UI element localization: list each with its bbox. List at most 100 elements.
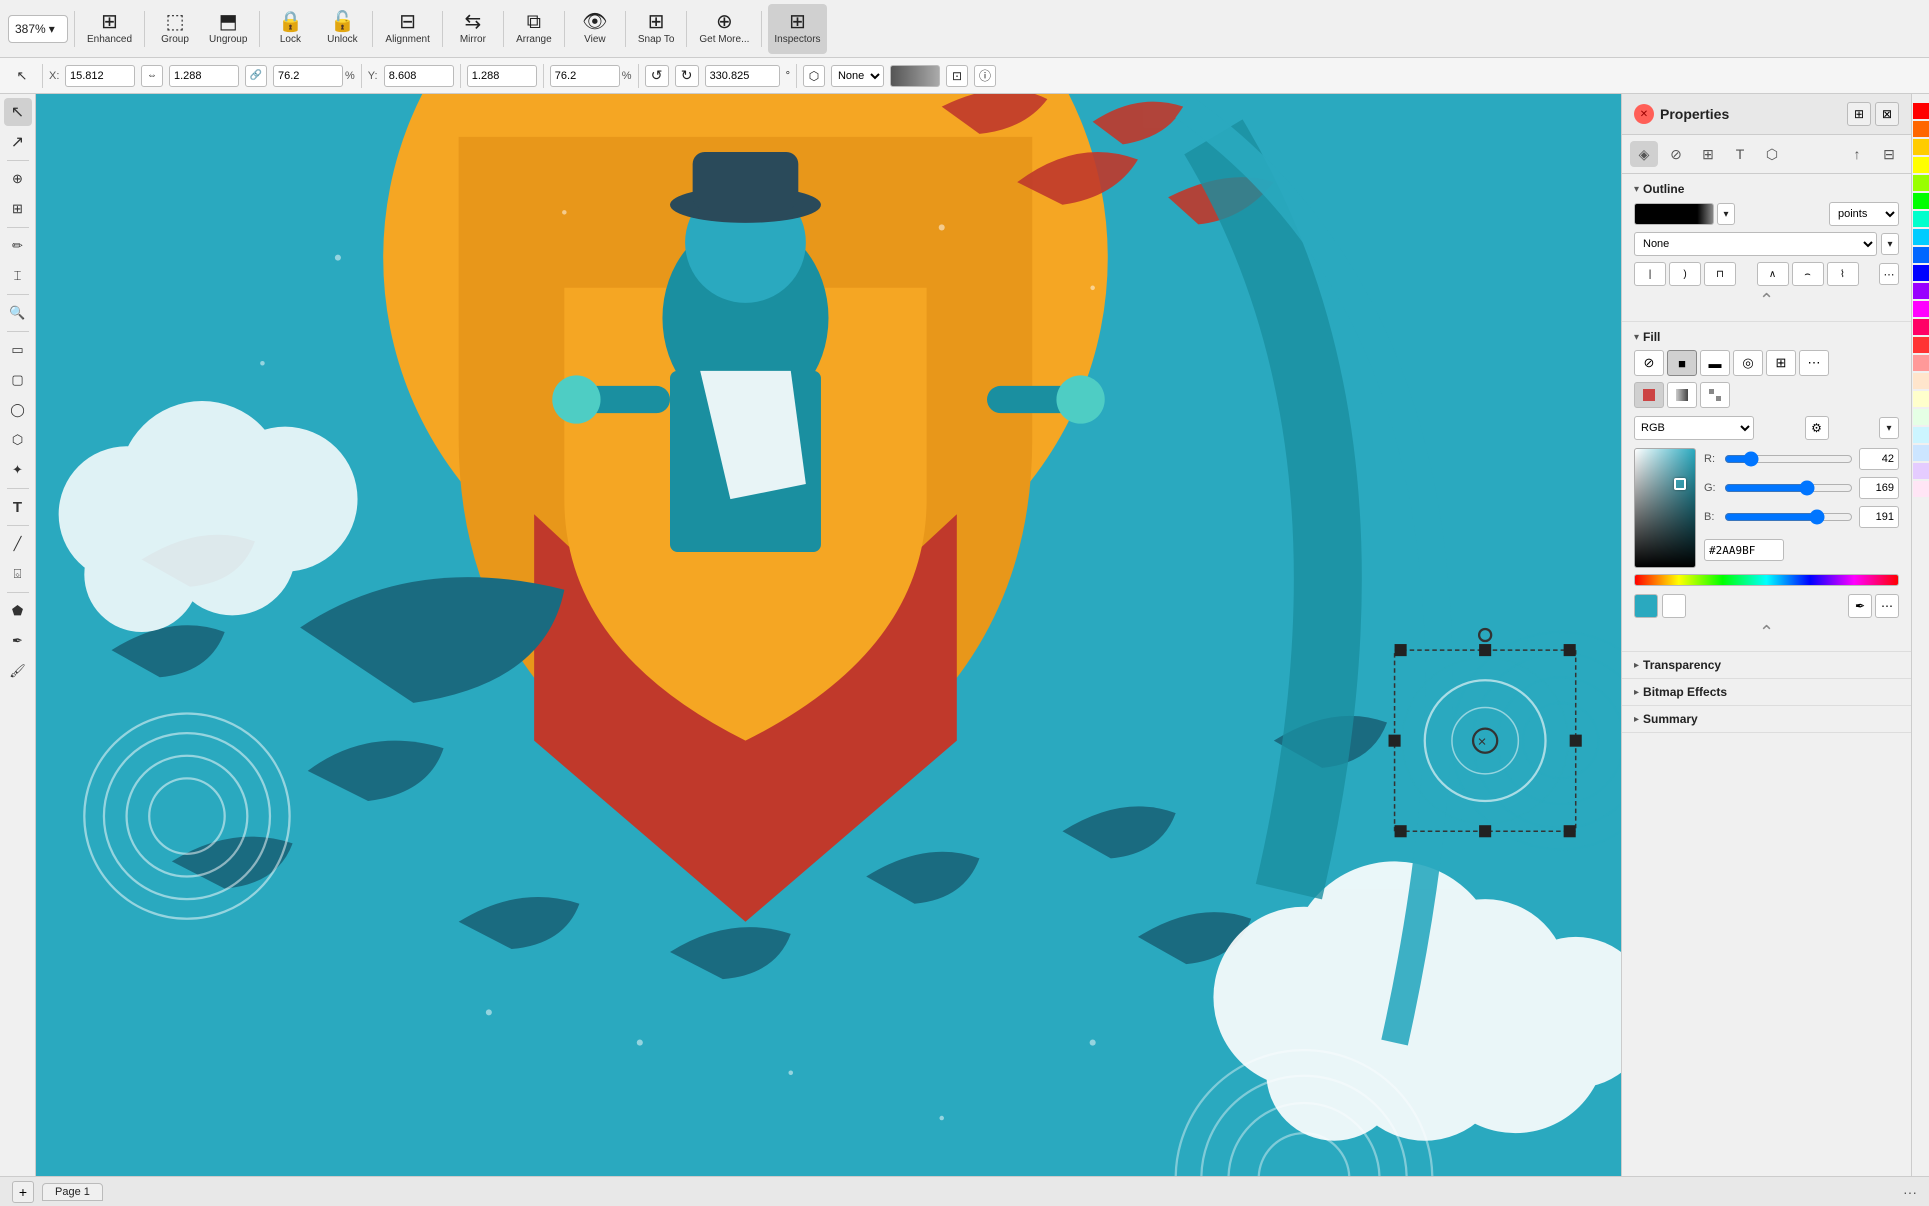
x-input[interactable] [65, 65, 135, 87]
color-strip-swatch[interactable] [1913, 481, 1929, 497]
tab-effects[interactable]: ⊞ [1694, 141, 1722, 167]
rotate-input[interactable] [705, 65, 780, 87]
tab-fill[interactable]: ◈ [1630, 141, 1658, 167]
canvas-area[interactable]: × [36, 94, 1621, 1176]
color-strip-swatch[interactable] [1913, 175, 1929, 191]
object-info-btn[interactable]: ⓘ [974, 65, 996, 87]
ungroup-btn[interactable]: ⬒ Ungroup [203, 4, 253, 54]
vector-tool[interactable]: ✏ [4, 232, 32, 260]
y-input[interactable] [384, 65, 454, 87]
lock-btn[interactable]: 🔒 Lock [266, 4, 314, 54]
swatch-white[interactable] [1662, 594, 1686, 618]
color-strip-swatch[interactable] [1913, 319, 1929, 335]
paint-brush[interactable]: 🖌 [4, 657, 32, 685]
color-more-btn[interactable]: ▾ [1879, 417, 1899, 439]
color-strip-swatch[interactable] [1913, 265, 1929, 281]
transform-tool[interactable]: ⊕ [4, 165, 32, 193]
h-pct-input[interactable] [550, 65, 620, 87]
cap-square-btn[interactable]: ⊓ [1704, 262, 1736, 286]
fill-mode-color-btn[interactable] [1634, 382, 1664, 408]
panel-close-btn[interactable]: ✕ [1634, 104, 1654, 124]
eye-dropper[interactable]: ✒ [4, 627, 32, 655]
b-value[interactable]: 191 [1859, 506, 1899, 528]
lock-ratio-btn[interactable]: 🔗 [245, 65, 267, 87]
fill-more-btn[interactable]: ⋯ [1799, 350, 1829, 376]
outline-color-btn[interactable] [1634, 203, 1714, 225]
eyedropper-btn[interactable]: ✒ [1848, 594, 1872, 618]
color-strip-swatch[interactable] [1913, 409, 1929, 425]
join-bevel-btn[interactable]: ⌇ [1827, 262, 1859, 286]
view-modes-btn[interactable]: ⊞ Enhanced [81, 4, 138, 54]
tab-image[interactable]: ⬡ [1758, 141, 1786, 167]
crop-tool[interactable]: ⊞ [4, 195, 32, 223]
fill-bucket[interactable]: ⬟ [4, 597, 32, 625]
color-strip-swatch[interactable] [1913, 103, 1929, 119]
join-round-btn[interactable]: ⌢ [1792, 262, 1824, 286]
color-strip-swatch[interactable] [1913, 355, 1929, 371]
color-strip-swatch[interactable] [1913, 337, 1929, 353]
color-strip-swatch[interactable] [1913, 229, 1929, 245]
stroke-arrow[interactable]: ▾ [1881, 233, 1899, 255]
color-strip-swatch[interactable] [1913, 157, 1929, 173]
outline-width-unit[interactable]: points px [1829, 202, 1899, 226]
fill-radial-btn[interactable]: ◎ [1733, 350, 1763, 376]
rectangle-tool[interactable]: ▭ [4, 336, 32, 364]
outline-collapse-arrow[interactable]: ⌃ [1634, 290, 1899, 311]
color-strip-swatch[interactable] [1913, 445, 1929, 461]
tab-stroke[interactable]: ⊘ [1662, 141, 1690, 167]
b-slider[interactable] [1724, 512, 1853, 522]
arrange-btn[interactable]: ⧉ Arrange [510, 4, 558, 54]
color-strip-swatch[interactable] [1913, 193, 1929, 209]
fill-none-btn[interactable]: ⊘ [1634, 350, 1664, 376]
color-preview-btn[interactable] [890, 65, 940, 87]
view-btn[interactable]: 👁 View [571, 4, 619, 54]
unlock-btn[interactable]: 🔓 Unlock [318, 4, 366, 54]
page-1-tab[interactable]: Page 1 [42, 1183, 103, 1201]
color-strip-swatch[interactable] [1913, 283, 1929, 299]
reset-btn[interactable]: ↺ [645, 65, 669, 87]
fill-select[interactable]: None Solid [831, 65, 884, 87]
summary-section[interactable]: ▸ Summary [1622, 706, 1911, 733]
color-strip-swatch[interactable] [1913, 373, 1929, 389]
fill-pattern-btn[interactable]: ⊞ [1766, 350, 1796, 376]
snap-to-btn[interactable]: ⊞ Snap To [632, 4, 681, 54]
color-settings-btn[interactable]: ⚙ [1805, 416, 1829, 440]
get-more-btn[interactable]: ⊕ Get More... [693, 4, 755, 54]
knife-tool[interactable]: ⌺ [4, 560, 32, 588]
h-input[interactable] [467, 65, 537, 87]
swap-xy-btn[interactable]: ⇔ [141, 65, 163, 87]
text-tool[interactable]: T [4, 493, 32, 521]
rotate-clockwise-btn[interactable]: ↻ [675, 65, 699, 87]
fill-header[interactable]: ▾ Fill [1634, 330, 1899, 344]
fill-collapse[interactable]: ⌃ [1634, 622, 1899, 643]
tab-arrange[interactable]: ⊟ [1875, 141, 1903, 167]
status-more-btn[interactable]: ··· [1903, 1184, 1917, 1200]
star-tool[interactable]: ✦ [4, 456, 32, 484]
more-stroke-btn[interactable]: ⋯ [1879, 263, 1899, 285]
select-tool[interactable]: ↖ [4, 98, 32, 126]
pen-tool[interactable]: ⌶ [4, 262, 32, 290]
panel-settings-btn[interactable]: ⊞ [1847, 102, 1871, 126]
join-miter-btn[interactable]: ∧ [1757, 262, 1789, 286]
color-strip-swatch[interactable] [1913, 247, 1929, 263]
rounded-rect-tool[interactable]: ▢ [4, 366, 32, 394]
tab-export[interactable]: ↑ [1843, 141, 1871, 167]
color-strip-swatch[interactable] [1913, 463, 1929, 479]
color-hue-strip[interactable] [1634, 574, 1899, 586]
ellipse-tool[interactable]: ◯ [4, 396, 32, 424]
group-btn[interactable]: ⬚ Group [151, 4, 199, 54]
color-strip-swatch[interactable] [1913, 391, 1929, 407]
flip-h-btn[interactable]: ⬡ [803, 65, 825, 87]
cap-round-btn[interactable]: ) [1669, 262, 1701, 286]
subselect-tool[interactable]: ↗ [4, 128, 32, 156]
outline-color-arrow[interactable]: ▾ [1717, 203, 1735, 225]
zoom-tool[interactable]: 🔍 [4, 299, 32, 327]
transparency-section[interactable]: ▸ Transparency [1622, 652, 1911, 679]
polygon-tool[interactable]: ⬡ [4, 426, 32, 454]
color-strip-swatch[interactable] [1913, 301, 1929, 317]
r-value[interactable]: 42 [1859, 448, 1899, 470]
inspectors-btn[interactable]: ⊞ Inspectors [768, 4, 826, 54]
g-value[interactable]: 169 [1859, 477, 1899, 499]
color-gradient-picker[interactable] [1634, 448, 1696, 568]
fill-mode-gradient-btn[interactable] [1667, 382, 1697, 408]
